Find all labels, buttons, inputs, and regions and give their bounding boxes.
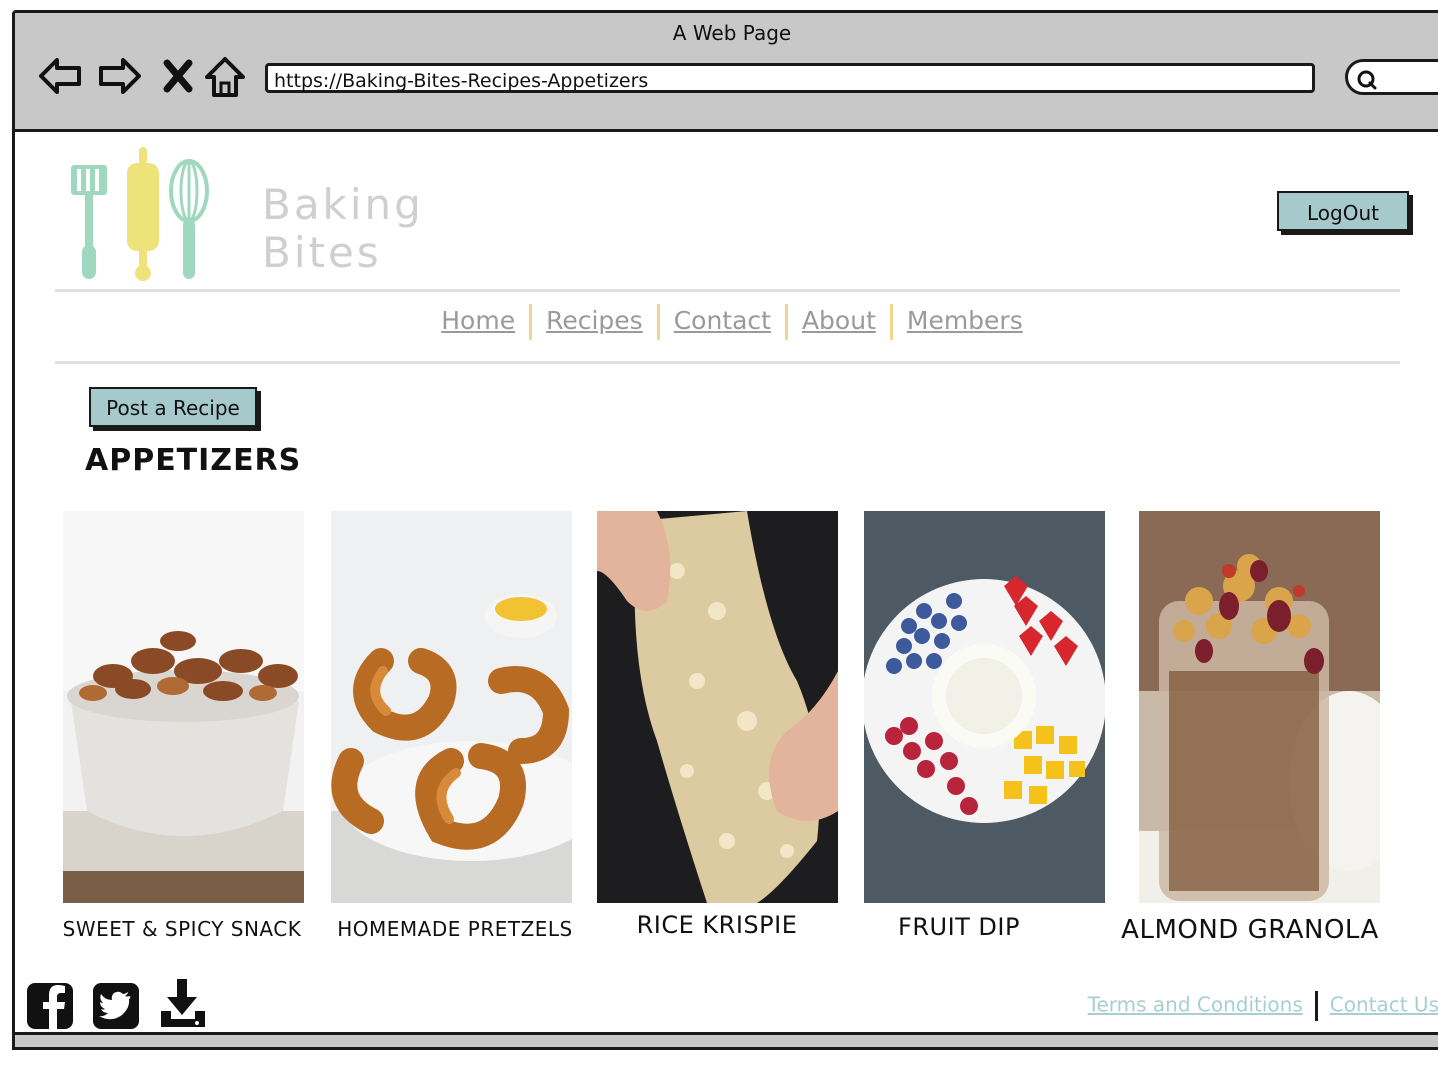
post-recipe-button[interactable]: Post a Recipe [89, 387, 257, 427]
header-divider [55, 289, 1400, 292]
window-title: A Web Page [672, 21, 792, 45]
browser-status-bar [15, 1032, 1438, 1047]
footer-links: Terms and Conditions Contact Us [1088, 991, 1438, 1021]
browser-window: A Web Page https://Baking-Bites-Recipes-… [12, 10, 1438, 1050]
recipe-card-homemade-pretzels[interactable] [331, 511, 572, 903]
terms-link[interactable]: Terms and Conditions [1088, 993, 1303, 1017]
logo-line-1: Baking [262, 180, 424, 229]
facebook-icon[interactable] [27, 983, 73, 1029]
main-nav: Home Recipes Contact About Members [15, 301, 1438, 341]
forward-arrow-icon[interactable] [97, 55, 141, 97]
nav-members[interactable]: Members [893, 301, 1037, 341]
nav-divider [55, 361, 1400, 364]
logo-line-2: Bites [262, 228, 382, 277]
baking-bites-logo[interactable]: Baking Bites [67, 145, 421, 285]
recipe-card-sweet-spicy-snack[interactable] [63, 511, 304, 903]
recipe-image [63, 511, 304, 903]
browser-toolbar: A Web Page https://Baking-Bites-Recipes-… [15, 13, 1438, 132]
logout-button[interactable]: LogOut [1277, 191, 1409, 231]
nav-about[interactable]: About [788, 301, 890, 341]
recipe-title[interactable]: RICE KRISPIE [597, 911, 837, 939]
nav-recipes[interactable]: Recipes [532, 301, 657, 341]
contact-us-link[interactable]: Contact Us [1330, 993, 1438, 1017]
recipe-title[interactable]: ALMOND GRANOLA [1105, 915, 1395, 945]
address-bar[interactable]: https://Baking-Bites-Recipes-Appetizers [265, 63, 1315, 93]
recipe-title[interactable]: SWEET & SPICY SNACK [27, 917, 337, 941]
recipe-image [1139, 511, 1380, 903]
recipe-image [864, 511, 1105, 903]
twitter-icon[interactable] [93, 983, 139, 1029]
recipe-card-rice-krispie[interactable] [597, 511, 838, 903]
logo-wordmark: Baking Bites [262, 181, 424, 277]
back-arrow-icon[interactable] [37, 55, 81, 97]
recipe-image [597, 511, 838, 903]
search-icon [1357, 70, 1377, 90]
recipe-card-fruit-dip[interactable] [864, 511, 1105, 903]
recipe-image [331, 511, 572, 903]
recipe-title[interactable]: HOMEMADE PRETZELS [315, 917, 595, 941]
kitchen-utensils-icon [71, 147, 209, 281]
close-icon[interactable] [163, 55, 205, 97]
section-title: APPETIZERS [85, 443, 302, 478]
recipe-card-almond-granola[interactable] [1139, 511, 1380, 903]
home-icon[interactable] [203, 55, 245, 97]
nav-home[interactable]: Home [427, 301, 529, 341]
recipe-title[interactable]: FRUIT DIP [864, 913, 1054, 941]
browser-search-field[interactable] [1345, 59, 1438, 95]
download-icon[interactable] [161, 979, 205, 1027]
social-icons [27, 975, 227, 1039]
footer-separator [1314, 991, 1318, 1021]
nav-contact[interactable]: Contact [660, 301, 785, 341]
